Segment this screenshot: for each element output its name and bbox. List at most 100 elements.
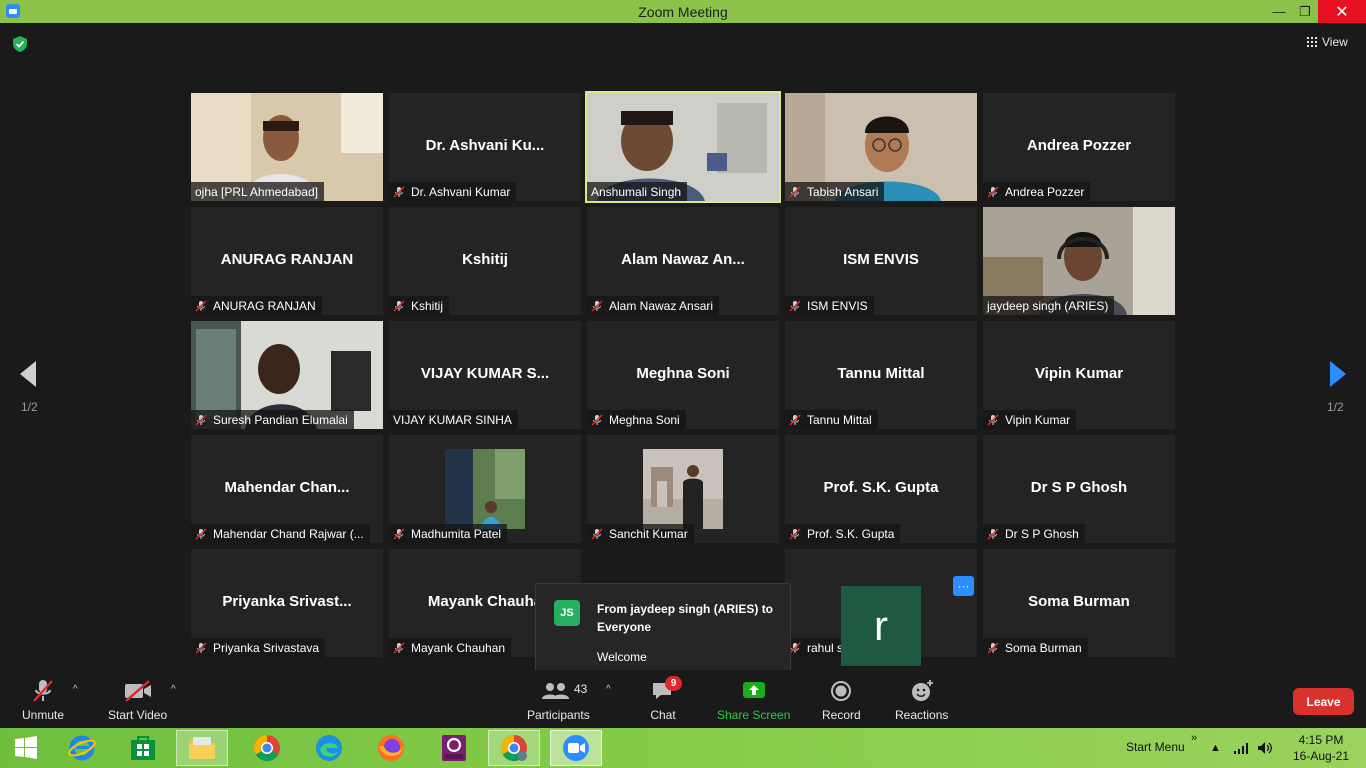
taskbar-pdf-app[interactable] <box>428 730 480 766</box>
muted-mic-icon <box>789 299 801 312</box>
close-button[interactable]: ✕ <box>1318 0 1366 23</box>
participant-name-label: Tannu Mittal <box>785 410 878 429</box>
participant-name-label: Suresh Pandian Elumalai <box>191 410 354 429</box>
taskbar-chrome-profile[interactable] <box>488 730 540 766</box>
taskbar-zoom[interactable] <box>550 730 602 766</box>
start-menu-toolbar-label[interactable]: Start Menu <box>1126 740 1185 754</box>
participants-options-caret[interactable]: ^ <box>606 684 611 695</box>
participant-name: Anshumali Singh <box>591 184 682 199</box>
participant-name: Mahendar Chand Rajwar (... <box>213 526 364 541</box>
chat-notification-popup[interactable]: JS From jaydeep singh (ARIES) to Everyon… <box>535 583 791 683</box>
participant-tile[interactable]: Sanchit Kumar <box>587 435 779 543</box>
share-screen-button[interactable]: Share Screen <box>717 678 790 722</box>
taskbar-edge[interactable] <box>303 730 355 766</box>
participant-tile[interactable]: Kshitij Kshitij <box>389 207 581 315</box>
tile-more-options-button[interactable]: ··· <box>953 576 974 596</box>
participant-tile[interactable]: VIJAY KUMAR S... VIJAY KUMAR SINHA <box>389 321 581 429</box>
participant-display-name: Meghna Soni <box>636 365 730 382</box>
participant-tile[interactable]: ISM ENVIS ISM ENVIS <box>785 207 977 315</box>
video-options-caret[interactable]: ^ <box>171 684 176 695</box>
minimize-button[interactable]: — <box>1270 0 1288 23</box>
encryption-shield-icon[interactable] <box>12 35 28 53</box>
grid-view-icon <box>1307 37 1317 47</box>
participant-tile[interactable]: Tabish Ansari <box>785 93 977 201</box>
participant-tile[interactable]: Alam Nawaz An... Alam Nawaz Ansari <box>587 207 779 315</box>
muted-mic-icon <box>393 527 405 540</box>
participant-tile[interactable]: ANURAG RANJAN ANURAG RANJAN <box>191 207 383 315</box>
participant-tile[interactable]: Priyanka Srivast... Priyanka Srivastava <box>191 549 383 657</box>
reactions-button[interactable]: Reactions <box>895 678 948 722</box>
participants-icon <box>538 678 578 704</box>
muted-microphone-icon <box>31 678 55 704</box>
participant-tile[interactable]: Soma Burman Soma Burman <box>983 549 1175 657</box>
participant-display-name: Alam Nawaz An... <box>621 251 745 268</box>
volume-speaker-icon[interactable] <box>1257 741 1273 755</box>
taskbar-firefox[interactable] <box>365 730 417 766</box>
leave-meeting-button[interactable]: Leave <box>1293 688 1354 715</box>
previous-page-arrow-icon[interactable] <box>18 359 38 389</box>
audio-options-caret[interactable]: ^ <box>73 684 78 695</box>
participant-name-label: ojha [PRL Ahmedabad] <box>191 182 324 201</box>
participant-tile[interactable]: Meghna Soni Meghna Soni <box>587 321 779 429</box>
participant-tile[interactable]: Mahendar Chan... Mahendar Chand Rajwar (.… <box>191 435 383 543</box>
participant-name-label: VIJAY KUMAR SINHA <box>389 410 518 429</box>
maximize-button[interactable]: ❐ <box>1296 0 1314 23</box>
participant-tile[interactable]: Vipin Kumar Vipin Kumar <box>983 321 1175 429</box>
muted-mic-icon <box>195 527 207 540</box>
participant-tile[interactable]: Suresh Pandian Elumalai <box>191 321 383 429</box>
participant-name: Sanchit Kumar <box>609 526 688 541</box>
page-indicator-left: 1/2 <box>21 400 38 414</box>
participant-name-label: Mayank Chauhan <box>389 638 512 657</box>
participant-tile[interactable]: Dr S P Ghosh Dr S P Ghosh <box>983 435 1175 543</box>
muted-mic-icon <box>393 641 405 654</box>
participant-name: jaydeep singh (ARIES) <box>987 298 1109 313</box>
view-label: View <box>1322 35 1348 49</box>
windows-start-button[interactable] <box>0 730 52 766</box>
taskbar-file-explorer[interactable] <box>176 730 228 766</box>
unmute-button[interactable]: Unmute <box>22 678 64 722</box>
record-icon <box>829 678 853 704</box>
participant-tile[interactable]: Tannu Mittal Tannu Mittal <box>785 321 977 429</box>
participant-name: VIJAY KUMAR SINHA <box>393 412 512 427</box>
participant-tile[interactable]: jaydeep singh (ARIES) <box>983 207 1175 315</box>
chat-label: Chat <box>650 708 676 722</box>
muted-mic-icon <box>195 641 207 654</box>
video-off-icon <box>123 678 153 704</box>
participant-name-label: Kshitij <box>389 296 450 315</box>
windows-logo-icon <box>15 736 37 759</box>
participant-name-label: Soma Burman <box>983 638 1088 657</box>
participant-name-label: Meghna Soni <box>587 410 686 429</box>
view-button[interactable]: View <box>1307 35 1348 49</box>
muted-mic-icon <box>393 299 405 312</box>
participant-tile[interactable]: Prof. S.K. Gupta Prof. S.K. Gupta <box>785 435 977 543</box>
next-page-arrow-icon[interactable] <box>1328 359 1348 389</box>
participant-name: Meghna Soni <box>609 412 680 427</box>
participants-count: 43 <box>574 682 588 696</box>
participant-tile[interactable]: Dr. Ashvani Ku... Dr. Ashvani Kumar <box>389 93 581 201</box>
participants-label: Participants <box>527 708 590 722</box>
reactions-smiley-icon <box>909 678 935 704</box>
network-signal-icon[interactable] <box>1233 742 1249 754</box>
participant-name-label: Alam Nawaz Ansari <box>587 296 720 315</box>
participant-display-name: Kshitij <box>462 251 508 268</box>
participant-tile[interactable]: Anshumali Singh <box>585 91 781 203</box>
participant-tile[interactable]: Andrea Pozzer Andrea Pozzer <box>983 93 1175 201</box>
participant-name-label: Tabish Ansari <box>785 182 885 201</box>
participant-display-name: Vipin Kumar <box>1034 365 1124 382</box>
taskbar-internet-explorer[interactable] <box>56 730 108 766</box>
system-clock[interactable]: 4:15 PM 16-Aug-21 <box>1290 732 1352 764</box>
participant-name: Suresh Pandian Elumalai <box>213 412 348 427</box>
tray-chevron[interactable]: » <box>1191 732 1197 744</box>
muted-mic-icon <box>591 413 603 426</box>
taskbar-chrome[interactable] <box>241 730 293 766</box>
participant-tile[interactable]: Madhumita Patel <box>389 435 581 543</box>
taskbar-store[interactable] <box>117 730 169 766</box>
show-hidden-icons-icon[interactable]: ▲ <box>1210 742 1221 754</box>
participant-tile[interactable]: ojha [PRL Ahmedabad] <box>191 93 383 201</box>
title-bar: Zoom Meeting — ❐ ✕ <box>0 0 1366 23</box>
record-button[interactable]: Record <box>822 678 861 722</box>
muted-mic-icon <box>789 185 801 198</box>
window-title: Zoom Meeting <box>638 3 728 20</box>
participant-display-name: Priyanka Srivast... <box>222 593 352 610</box>
start-video-button[interactable]: Start Video <box>108 678 167 722</box>
